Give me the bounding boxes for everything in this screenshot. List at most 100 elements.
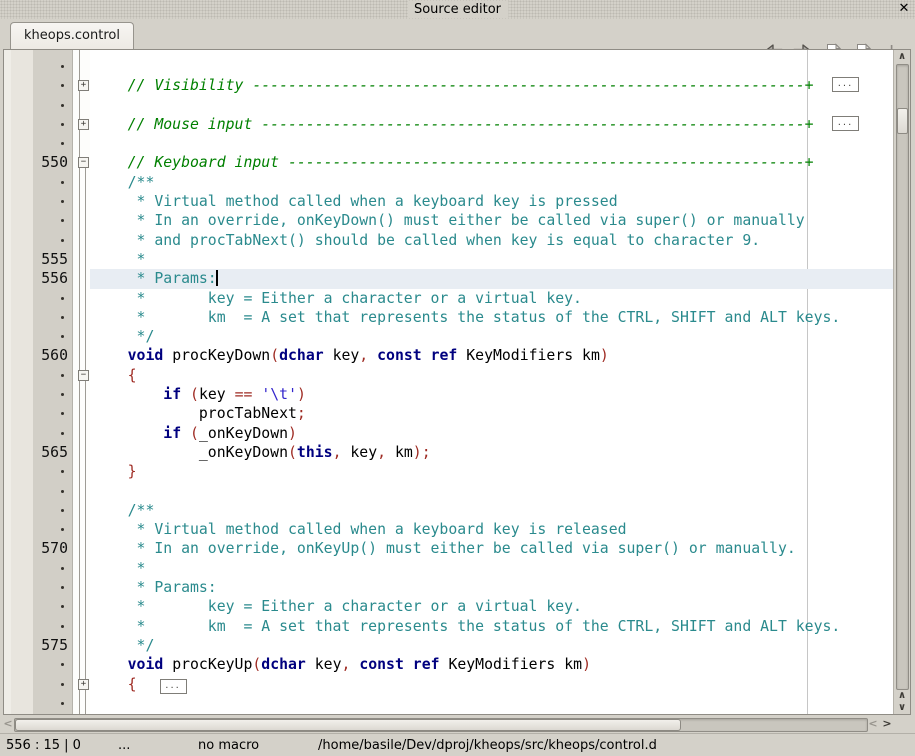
scroll-left-icon[interactable]: < — [1, 716, 15, 732]
code-line[interactable]: 550− // Keyboard input -----------------… — [4, 153, 894, 172]
code-line[interactable]: * and procTabNext() should be called whe… — [4, 231, 894, 250]
line-bullet-dot — [61, 663, 64, 666]
line-bullet-dot — [61, 123, 64, 126]
vertical-scroll-thumb[interactable] — [897, 108, 908, 134]
line-bullet-dot — [61, 490, 64, 493]
code-line[interactable]: 570 * In an override, onKeyUp() must eit… — [4, 539, 894, 558]
folded-code-ellipsis[interactable]: ... — [832, 116, 859, 131]
fold-collapse-icon[interactable]: − — [78, 370, 89, 381]
line-number: 555 — [4, 250, 68, 269]
scroll-right-icon[interactable]: > — [880, 716, 894, 732]
code-line[interactable]: * km = A set that represents the status … — [4, 617, 894, 636]
line-bullet-dot — [61, 625, 64, 628]
line-bullet-dot — [61, 104, 64, 107]
line-bullet — [4, 501, 68, 520]
vertical-scroll-track[interactable] — [896, 64, 909, 690]
code-line[interactable]: void procTabNext() — [4, 713, 894, 714]
line-bullet-dot — [61, 219, 64, 222]
code-line[interactable]: + // Mouse input -----------------------… — [4, 115, 894, 134]
line-bullet — [4, 617, 68, 636]
folded-code-ellipsis[interactable]: ... — [160, 679, 187, 694]
code-line[interactable]: * — [4, 559, 894, 578]
code-line[interactable] — [4, 482, 894, 501]
line-bullet — [4, 76, 68, 95]
code-text: _onKeyDown(this, key, km); — [92, 443, 431, 462]
code-line[interactable]: 565 _onKeyDown(this, key, km); — [4, 443, 894, 462]
line-bullet — [4, 424, 68, 443]
code-line[interactable]: * Virtual method called when a keyboard … — [4, 192, 894, 211]
code-line[interactable]: /** — [4, 501, 894, 520]
code-line[interactable]: if (_onKeyDown) — [4, 424, 894, 443]
code-line[interactable]: 556 * Params: — [4, 269, 894, 288]
horizontal-scroll-track[interactable] — [14, 718, 868, 732]
fold-expand-icon[interactable]: + — [78, 80, 89, 91]
code-text: if (key == '\t') — [92, 385, 306, 404]
code-line[interactable]: * key = Either a character or a virtual … — [4, 289, 894, 308]
line-bullet — [4, 231, 68, 250]
line-bullet-dot — [61, 509, 64, 512]
line-bullet-dot — [61, 142, 64, 145]
code-line[interactable]: if (key == '\t') — [4, 385, 894, 404]
code-lines[interactable]: + // Visibility ------------------------… — [4, 57, 894, 714]
code-line[interactable]: 555 * — [4, 250, 894, 269]
code-text: void procTabNext() — [92, 713, 288, 714]
line-bullet-dot — [61, 702, 64, 705]
line-bullet — [4, 366, 68, 385]
fold-collapse-icon[interactable]: − — [78, 157, 89, 168]
code-text: * key = Either a character or a virtual … — [92, 597, 582, 616]
code-text: {... — [92, 675, 187, 694]
code-text: * km = A set that represents the status … — [92, 308, 840, 327]
code-line[interactable]: procTabNext; — [4, 404, 894, 423]
fold-expand-icon[interactable]: + — [78, 119, 89, 130]
close-icon[interactable]: ✕ — [897, 1, 911, 17]
code-text: /** — [92, 173, 154, 192]
fold-expand-icon[interactable]: + — [78, 679, 89, 690]
code-text: /** — [92, 501, 154, 520]
code-text: * and procTabNext() should be called whe… — [92, 231, 760, 250]
vertical-scrollbar[interactable]: ∧ ∧ ∨ — [893, 50, 910, 714]
code-editor[interactable]: + // Visibility ------------------------… — [3, 49, 911, 715]
code-line[interactable] — [4, 96, 894, 115]
code-line[interactable]: * km = A set that represents the status … — [4, 308, 894, 327]
code-line[interactable]: */ — [4, 327, 894, 346]
line-bullet-dot — [61, 297, 64, 300]
line-bullet — [4, 655, 68, 674]
line-bullet-dot — [61, 432, 64, 435]
macro-status: no macro — [198, 737, 259, 755]
line-bullet — [4, 578, 68, 597]
code-line[interactable] — [4, 57, 894, 76]
code-line[interactable] — [4, 694, 894, 713]
tab-kheops-control[interactable]: kheops.control — [10, 22, 134, 49]
text-cursor — [216, 270, 218, 286]
line-bullet — [4, 173, 68, 192]
folded-code-ellipsis[interactable]: ... — [832, 77, 859, 92]
code-line[interactable]: − { — [4, 366, 894, 385]
code-line[interactable]: * Virtual method called when a keyboard … — [4, 520, 894, 539]
horizontal-scroll-thumb[interactable] — [15, 719, 681, 731]
line-bullet — [4, 694, 68, 713]
code-text: procTabNext; — [92, 404, 306, 423]
code-line[interactable]: * key = Either a character or a virtual … — [4, 597, 894, 616]
code-line[interactable]: /** — [4, 173, 894, 192]
code-line[interactable]: 575 */ — [4, 636, 894, 655]
caret-position: 556 : 15 | 0 — [6, 737, 81, 755]
line-bullet — [4, 192, 68, 211]
code-text: { — [92, 366, 137, 385]
scroll-up-icon[interactable]: ∧ — [894, 50, 910, 63]
line-bullet — [4, 327, 68, 346]
line-number: 570 — [4, 539, 68, 558]
code-line[interactable]: * Params: — [4, 578, 894, 597]
horizontal-scrollbar[interactable]: < < > — [1, 716, 894, 732]
scroll-left-secondary-icon[interactable]: < — [866, 716, 880, 732]
scroll-down-icon[interactable]: ∨ — [894, 701, 910, 714]
line-bullet — [4, 308, 68, 327]
code-line[interactable]: } — [4, 462, 894, 481]
tab-bar: kheops.control — [0, 19, 915, 49]
code-line[interactable]: void procKeyUp(dchar key, const ref KeyM… — [4, 655, 894, 674]
line-bullet-dot — [61, 605, 64, 608]
code-line[interactable]: + {... — [4, 675, 894, 694]
code-line[interactable]: + // Visibility ------------------------… — [4, 76, 894, 95]
code-line[interactable] — [4, 134, 894, 153]
code-line[interactable]: * In an override, onKeyDown() must eithe… — [4, 211, 894, 230]
code-line[interactable]: 560 void procKeyDown(dchar key, const re… — [4, 346, 894, 365]
